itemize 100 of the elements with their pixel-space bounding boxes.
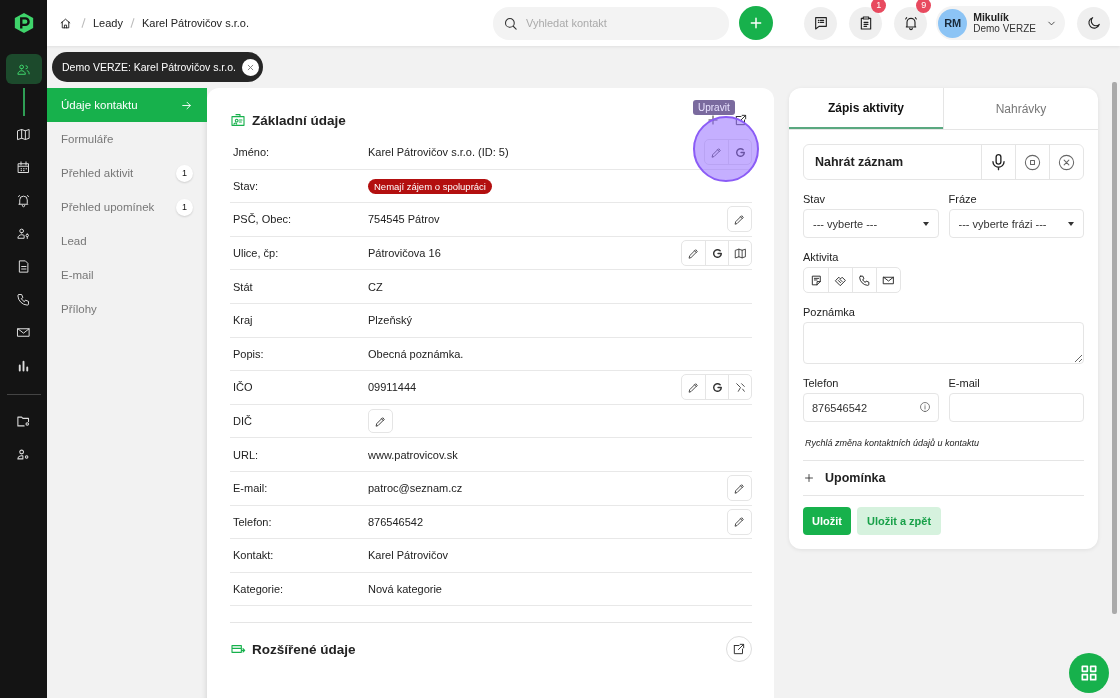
submenu-item[interactable]: Údaje kontaktu [47,88,207,122]
message-icon [812,15,829,31]
dark-mode-button[interactable] [1077,6,1110,40]
message-button[interactable] [804,6,838,40]
user-avatar: RM [938,8,968,38]
submenu-item[interactable]: Přehled upomínek 1 [47,190,207,224]
field-label: DIČ [232,415,253,428]
calendar-icon [16,159,31,175]
phone-field[interactable]: 876546542 [803,393,939,422]
hint-text: Rychlá změna kontaktních údajů u kontaktu [805,438,981,448]
field-label: Aktivita [803,251,840,263]
field-value: 09911444 [368,381,417,394]
submenu-item[interactable]: Lead [47,224,207,258]
edit-icon [732,642,746,657]
pencil-icon [687,246,700,260]
register-icon [733,380,747,394]
submenu-label[interactable]: Přehled aktivit [61,167,176,179]
plus-icon [706,113,720,127]
bell-button[interactable] [894,6,928,40]
submenu-item[interactable]: E-mail [47,258,207,292]
add-button[interactable] [739,6,773,40]
home-icon[interactable] [59,16,72,30]
submenu-label[interactable]: Formuláře [61,133,193,145]
field-label: Stav [803,193,826,205]
field-value: Obecná poznámka. [368,347,464,360]
field-label: Telefon: [232,515,273,528]
map-icon [16,126,31,142]
microphone-icon [989,152,1008,172]
submenu-item[interactable]: Formuláře [47,122,207,156]
search-field[interactable]: Vyhledat kontakt [493,6,729,40]
save-button[interactable]: Uložit [803,507,851,535]
phrase-select[interactable]: --- vyberte frázi --- [948,209,1084,238]
tab[interactable]: Nahrávky [943,88,1098,129]
field-label: Kraj [232,314,254,327]
search-icon [503,15,518,31]
field-label: Fráze [948,193,978,205]
phone-icon [16,291,31,307]
info-icon [918,401,931,413]
note-field[interactable] [803,322,1084,364]
field-value: 876546542 [368,515,424,528]
field-label: IČO [232,381,254,394]
submenu-label[interactable]: E-mail [61,269,193,281]
field-label: Ulice, čp: [232,247,280,260]
pencil-icon [733,515,746,529]
field-value: 754545 Pátrov [368,213,440,226]
document-icon [16,258,31,274]
field-label: Stát [232,280,254,293]
field-label: E-mail: [232,482,269,495]
google-g-icon [710,246,724,260]
status-badge: Nemají zájem o spolupráci [368,178,492,194]
submenu-label[interactable]: Přílohy [61,303,193,315]
user-organization: Demo VERZE [973,23,1036,35]
user-name: Mikulík [973,11,1010,23]
submenu-item[interactable]: Přílohy [47,292,207,326]
bell-icon [902,15,919,31]
submenu-item[interactable]: Přehled aktivit 1 [47,156,207,190]
breadcrumb-item[interactable]: Leady [93,17,123,29]
phone-icon [858,273,871,287]
field-label: URL: [232,448,260,461]
field-value: CZ [368,280,383,293]
submenu-label[interactable]: Přehled upomínek [61,201,176,213]
people-icon [16,61,31,77]
field-value: Karel Pátrovičov s.r.o. (ID: 5) [368,146,509,159]
apps-grid-button[interactable] [1069,653,1109,693]
notification-count: 1 [871,0,887,13]
folder-gear-icon [16,413,31,429]
tooltip: Upravit [693,100,735,116]
note-icon [809,273,823,287]
moon-icon [1085,15,1102,31]
reminder-toggle[interactable]: Upomínka [803,460,1084,496]
field-label: E-mail [948,377,981,389]
section-title: Základní údaje [252,112,346,128]
submenu-label[interactable]: Lead [61,235,193,247]
nav-people-button[interactable] [5,54,42,84]
field-label: Poznámka [803,306,856,318]
close-tab-button[interactable] [241,58,259,76]
tab[interactable]: Zápis aktivity [789,88,943,129]
map-icon [733,246,747,260]
bell-icon [16,192,31,208]
person-gear-icon [16,446,31,462]
edit-button[interactable] [368,409,393,434]
pencil-icon [374,414,387,428]
scrollbar[interactable] [1112,82,1117,614]
field-value: Nová kategorie [368,583,442,595]
user-menu[interactable]: RM Mikulík Demo VERZE [936,6,1065,40]
submenu-label[interactable]: Údaje kontaktu [61,99,180,111]
open-tab-label[interactable]: Demo VERZE: Karel Pátrovičov s.r.o. [62,61,236,73]
contact-card-icon [230,112,246,128]
record-title: Nahrát záznam [814,155,905,169]
field-label: Jméno: [232,146,271,159]
status-select[interactable]: --- vyberte --- [803,209,939,238]
section-title: Rozšířené údaje [252,641,356,657]
email-field[interactable] [948,393,1084,422]
open-tab[interactable]: Demo VERZE: Karel Pátrovičov s.r.o. [52,52,263,82]
clipboard-button[interactable] [849,6,883,40]
field-label: PSČ, Obec: [232,213,293,226]
notification-count: 9 [916,0,932,13]
field-value: Karel Pátrovičov [368,549,449,562]
save-and-back-button[interactable]: Uložit a zpět [856,507,942,535]
google-g-icon [733,145,747,159]
